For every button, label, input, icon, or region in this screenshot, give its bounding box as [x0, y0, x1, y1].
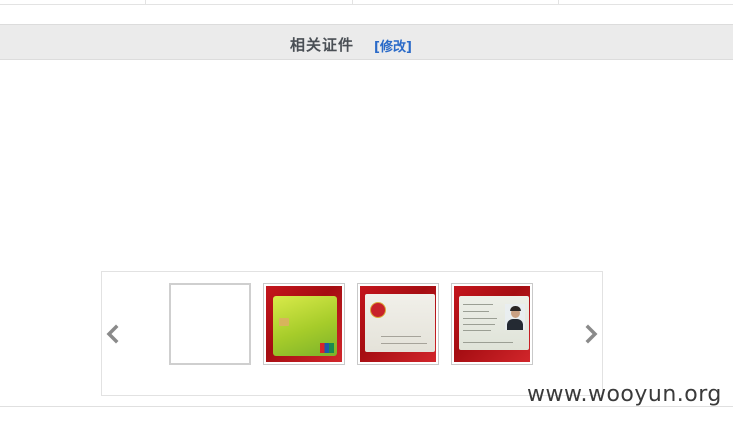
watermark-text: www.wooyun.org: [527, 382, 722, 407]
bank-card-image: [266, 286, 342, 362]
id-card-line: [463, 318, 497, 319]
id-card-back-image: [360, 286, 436, 362]
thumbnail-id-card-front[interactable]: [451, 283, 533, 365]
chevron-right-icon: [585, 324, 598, 344]
table-cell-divider: [352, 0, 353, 4]
card-chip: [279, 318, 289, 326]
photo-body: [507, 319, 523, 330]
bank-card-header: [275, 299, 335, 307]
thumbnail-blank[interactable]: [169, 283, 251, 365]
id-card-front-image: [454, 286, 530, 362]
bank-card: [273, 296, 337, 356]
id-card-front: [459, 296, 529, 350]
chevron-left-icon: [106, 324, 119, 344]
table-cell-divider: [558, 0, 559, 4]
id-card-line: [463, 342, 513, 343]
national-emblem-icon: [370, 302, 386, 318]
carousel-next-button[interactable]: [582, 322, 600, 346]
thumbnail-id-card-back[interactable]: [357, 283, 439, 365]
id-card-line: [463, 324, 495, 325]
photo-hair: [510, 306, 521, 311]
id-card-line: [463, 304, 493, 305]
blank-image: [173, 287, 247, 361]
id-card-line: [463, 311, 489, 312]
table-cell-divider: [145, 0, 146, 4]
thumbnail-bank-card[interactable]: [263, 283, 345, 365]
id-card-back: [365, 294, 435, 352]
id-card-line: [463, 330, 491, 331]
top-table-row: [0, 0, 733, 5]
id-card-line: [381, 343, 427, 344]
document-carousel: [101, 271, 603, 396]
edit-link[interactable]: [修改]: [374, 36, 412, 55]
id-card-line: [381, 336, 421, 337]
section-header: 相关证件 [修改]: [0, 24, 733, 60]
carousel-prev-button[interactable]: [104, 322, 122, 346]
unionpay-logo: [320, 343, 334, 353]
section-title: 相关证件: [290, 36, 355, 54]
id-photo: [505, 304, 525, 330]
